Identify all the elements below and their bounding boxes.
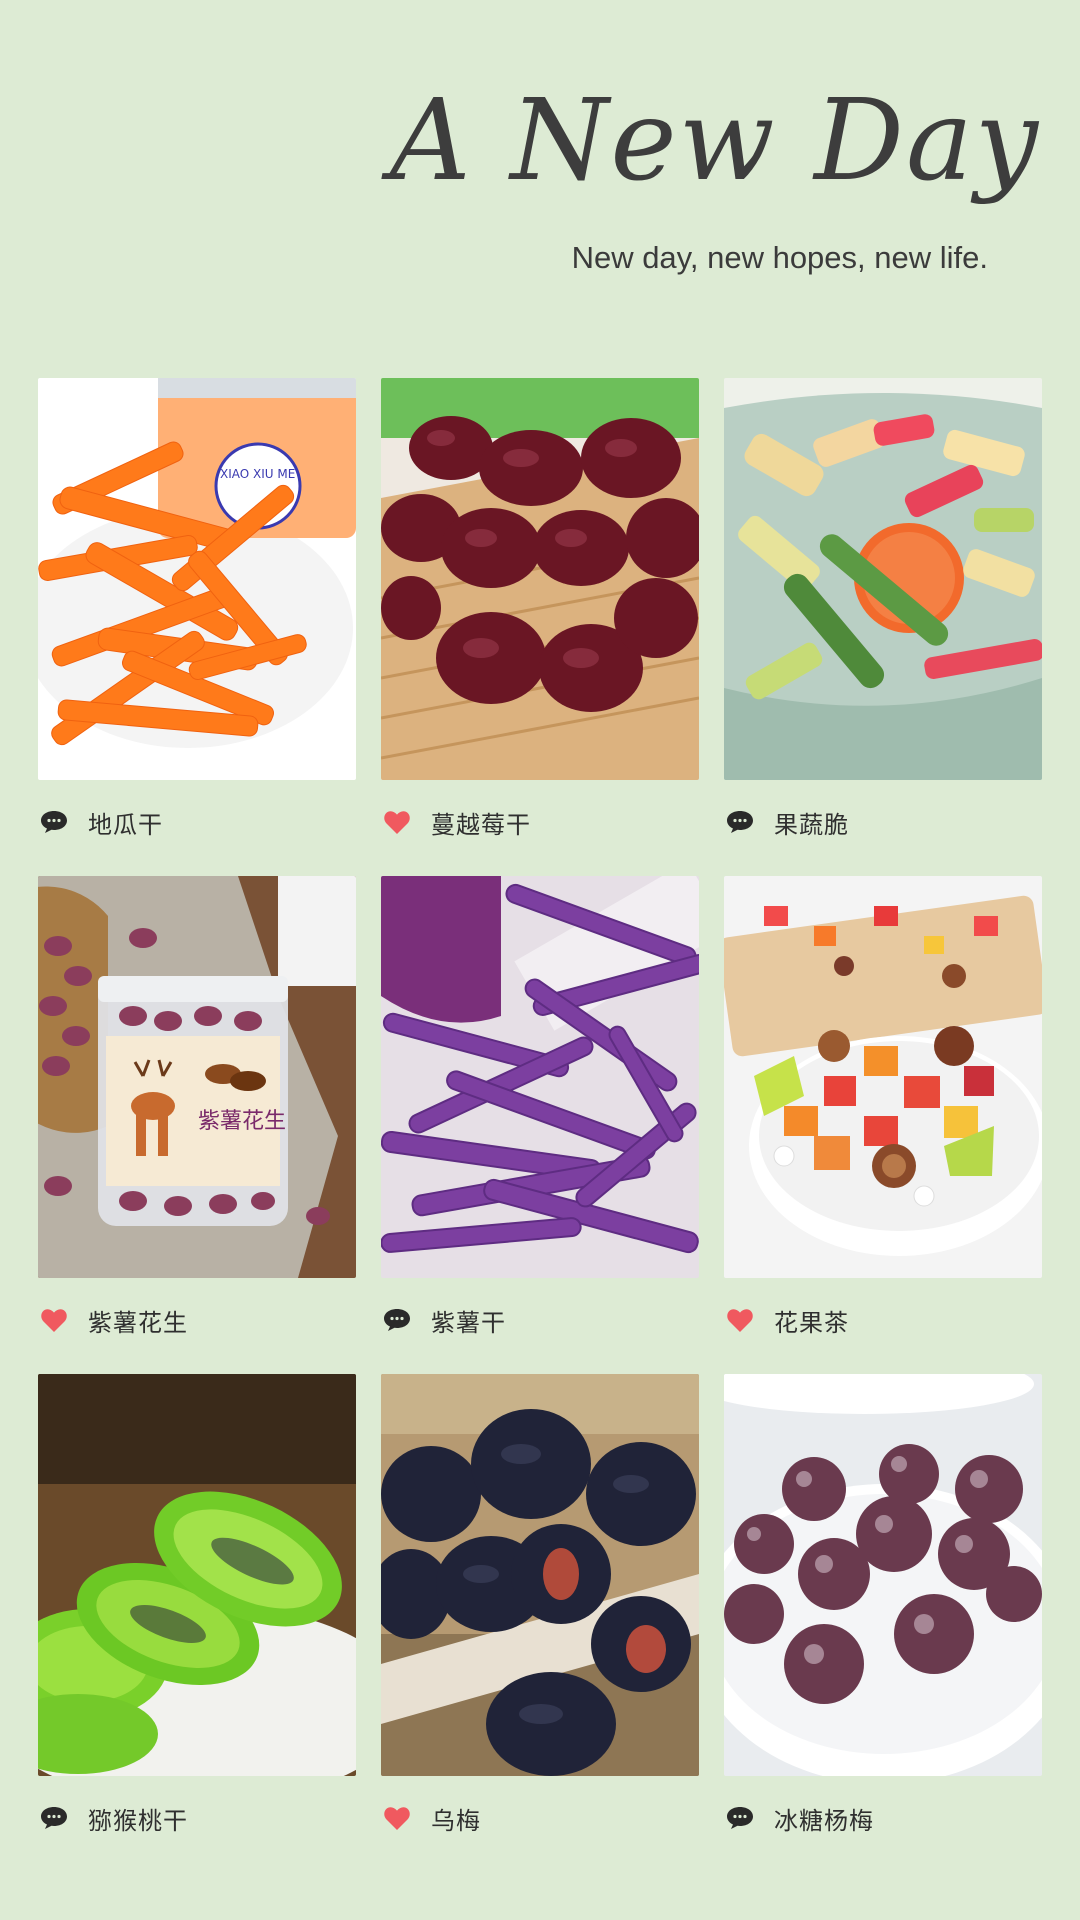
product-caption: 乌梅 (381, 1788, 699, 1848)
product-card-purple-potato[interactable]: 紫薯干 (381, 876, 699, 1350)
product-photo-purple-potato-strips[interactable] (381, 876, 699, 1278)
product-card-smoked-plum[interactable]: 乌梅 (381, 1374, 699, 1848)
product-label[interactable]: 紫薯花生 (88, 1303, 188, 1338)
product-photo-flower-fruit-tea[interactable] (724, 876, 1042, 1278)
product-photo-sweet-potato-strips[interactable]: XIAO XIU ME (38, 378, 356, 780)
product-label[interactable]: 地瓜干 (88, 805, 163, 840)
product-photo-fruit-veg-chips[interactable] (724, 378, 1042, 780)
product-label[interactable]: 猕猴桃干 (88, 1801, 188, 1836)
product-photo-sugared-bayberries[interactable] (724, 1374, 1042, 1776)
chat-icon[interactable] (381, 1304, 413, 1336)
page-header: A New Day New day, new hopes, new life. (390, 79, 1040, 300)
product-card-fruit-veg-chips[interactable]: 果蔬脆 (724, 378, 1042, 852)
product-caption: 果蔬脆 (724, 792, 1042, 852)
product-caption: 蔓越莓干 (381, 792, 699, 852)
heart-icon[interactable] (381, 806, 413, 838)
chat-icon[interactable] (38, 806, 70, 838)
product-label[interactable]: 蔓越莓干 (431, 805, 531, 840)
svg-text:紫薯花生: 紫薯花生 (198, 1109, 286, 1134)
page-title: A New Day (389, 76, 1040, 206)
product-photo-purple-peanuts-jar[interactable]: 紫薯花生 (38, 876, 356, 1278)
product-caption: 紫薯花生 (38, 1290, 356, 1350)
product-caption: 冰糖杨梅 (724, 1788, 1042, 1848)
product-card-kiwi[interactable]: 猕猴桃干 (38, 1374, 356, 1848)
heart-icon[interactable] (38, 1304, 70, 1336)
chat-icon[interactable] (724, 1802, 756, 1834)
chat-icon[interactable] (38, 1802, 70, 1834)
product-caption: 地瓜干 (38, 792, 356, 852)
product-caption: 紫薯干 (381, 1290, 699, 1350)
product-caption: 花果茶 (724, 1290, 1042, 1350)
product-photo-kiwi-slices[interactable] (38, 1374, 356, 1776)
product-card-sweet-potato[interactable]: XIAO XIU ME 地瓜干 (38, 378, 356, 852)
product-caption: 猕猴桃干 (38, 1788, 356, 1848)
svg-text:XIAO XIU ME: XIAO XIU ME (220, 467, 295, 481)
product-card-purple-peanuts[interactable]: 紫薯花生 紫薯花生 (38, 876, 356, 1350)
chat-icon[interactable] (724, 806, 756, 838)
product-label[interactable]: 冰糖杨梅 (774, 1801, 874, 1836)
page-subtitle: New day, new hopes, new life. (571, 240, 988, 275)
product-photo-smoked-plums[interactable] (381, 1374, 699, 1776)
heart-icon[interactable] (724, 1304, 756, 1336)
product-label[interactable]: 紫薯干 (431, 1303, 506, 1338)
product-label[interactable]: 花果茶 (774, 1303, 849, 1338)
product-label[interactable]: 乌梅 (431, 1801, 481, 1836)
product-card-bayberry[interactable]: 冰糖杨梅 (724, 1374, 1042, 1848)
product-card-flower-tea[interactable]: 花果茶 (724, 876, 1042, 1350)
product-photo-dried-cranberries[interactable] (381, 378, 699, 780)
product-card-cranberries[interactable]: 蔓越莓干 (381, 378, 699, 852)
product-label[interactable]: 果蔬脆 (774, 805, 849, 840)
heart-icon[interactable] (381, 1802, 413, 1834)
